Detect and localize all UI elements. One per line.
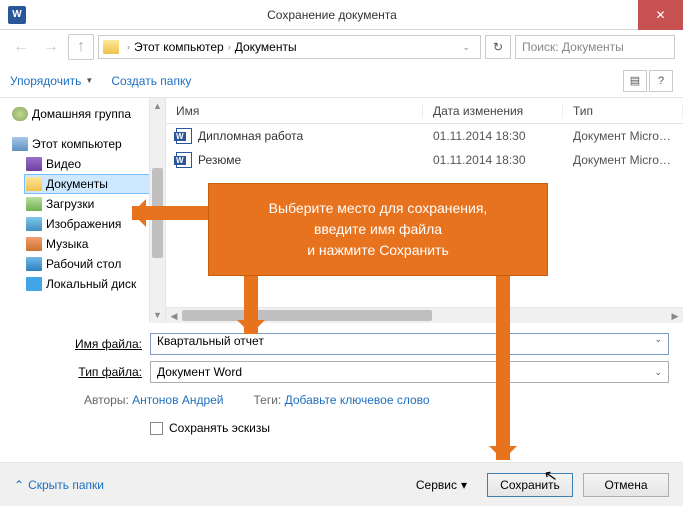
save-button[interactable]: Сохранить	[487, 473, 573, 497]
back-button[interactable]: ←	[8, 34, 34, 60]
callout-arrow-save	[496, 254, 510, 460]
forward-button[interactable]: →	[38, 34, 64, 60]
tree-music[interactable]: Музыка	[24, 234, 161, 254]
callout-line: введите имя файла	[227, 219, 529, 240]
instruction-callout: Выберите место для сохранения, введите и…	[208, 183, 548, 276]
callout-arrow-left	[132, 206, 210, 220]
titlebar: W Сохранение документа ✕	[0, 0, 683, 30]
search-input[interactable]: Поиск: Документы	[515, 35, 675, 59]
breadcrumb-sep: ›	[127, 42, 130, 52]
navbar: ← → ↑ › Этот компьютер › Документы ⌄ ↻ П…	[0, 30, 683, 64]
folder-icon	[26, 177, 42, 191]
file-type: Документ Micros...	[563, 153, 683, 167]
tree-label: Музыка	[46, 237, 88, 251]
tags-label: Теги:	[254, 393, 282, 407]
filetype-value: Документ Word	[157, 365, 242, 379]
chevron-down-icon: ⌄	[654, 367, 662, 378]
footer: ⌃ Скрыть папки Сервис ▾ Сохранить Отмена	[0, 462, 683, 506]
cancel-button[interactable]: Отмена	[583, 473, 669, 497]
scroll-up-icon[interactable]: ▲	[150, 98, 165, 114]
tree-label: Видео	[46, 157, 81, 171]
view-mode-button[interactable]: ▤	[623, 70, 647, 92]
breadcrumb-sep: ›	[228, 42, 231, 52]
organize-button[interactable]: Упорядочить ▼	[10, 74, 93, 88]
downloads-icon	[26, 197, 42, 211]
scroll-right-icon[interactable]: ▶	[667, 308, 683, 323]
folder-icon	[103, 40, 119, 54]
file-date: 01.11.2014 18:30	[423, 129, 563, 143]
organize-label: Упорядочить	[10, 74, 81, 88]
tree-localdisk[interactable]: Локальный диск	[24, 274, 161, 294]
breadcrumb-documents[interactable]: Документы	[235, 40, 297, 54]
music-icon	[26, 237, 42, 251]
filetype-label: Тип файла:	[70, 365, 150, 379]
file-name: Дипломная работа	[198, 129, 303, 143]
chevron-down-icon[interactable]: ⌄	[654, 334, 662, 345]
window-title: Сохранение документа	[26, 8, 638, 22]
tree-label: Изображения	[46, 217, 121, 231]
tree-homegroup[interactable]: Домашняя группа	[10, 104, 161, 124]
word-doc-icon	[176, 128, 192, 144]
tree-video[interactable]: Видео	[24, 154, 161, 174]
images-icon	[26, 217, 42, 231]
filename-input[interactable]: Квартальный отчет ⌄	[150, 333, 669, 355]
file-type: Документ Micros...	[563, 129, 683, 143]
tools-button[interactable]: Сервис ▾	[416, 478, 467, 492]
disk-icon	[26, 277, 42, 291]
save-form: Имя файла: Квартальный отчет ⌄ Тип файла…	[0, 323, 683, 435]
chevron-up-icon: ⌃	[14, 478, 24, 492]
hide-folders-label: Скрыть папки	[28, 478, 104, 492]
tree-label: Этот компьютер	[32, 137, 122, 151]
col-name[interactable]: Имя	[166, 104, 423, 118]
file-name: Резюме	[198, 153, 241, 167]
tree-documents[interactable]: Документы	[24, 174, 161, 194]
filename-label: Имя файла:	[70, 337, 150, 351]
col-date[interactable]: Дата изменения	[423, 104, 563, 118]
word-icon: W	[8, 6, 26, 24]
tree-label: Загрузки	[46, 197, 94, 211]
authors-value[interactable]: Антонов Андрей	[132, 393, 223, 407]
chevron-down-icon: ▾	[461, 478, 467, 492]
breadcrumb-pc[interactable]: Этот компьютер	[134, 40, 224, 54]
callout-line: Выберите место для сохранения,	[227, 198, 529, 219]
pc-icon	[12, 137, 28, 151]
thumbnails-label: Сохранять эскизы	[169, 421, 270, 435]
file-header: Имя Дата изменения Тип	[166, 98, 683, 124]
up-button[interactable]: ↑	[68, 34, 94, 60]
word-doc-icon	[176, 152, 192, 168]
scroll-down-icon[interactable]: ▼	[150, 307, 165, 323]
chevron-down-icon: ▼	[85, 76, 93, 85]
close-button[interactable]: ✕	[638, 0, 683, 30]
callout-line: и нажмите Сохранить	[227, 240, 529, 261]
file-row[interactable]: Дипломная работа 01.11.2014 18:30 Докуме…	[166, 124, 683, 148]
tags-value[interactable]: Добавьте ключевое слово	[285, 393, 430, 407]
help-button[interactable]: ?	[649, 70, 673, 92]
breadcrumb[interactable]: › Этот компьютер › Документы ⌄	[98, 35, 481, 59]
breadcrumb-dropdown[interactable]: ⌄	[456, 42, 476, 53]
authors-label: Авторы:	[84, 393, 129, 407]
refresh-button[interactable]: ↻	[485, 35, 511, 59]
tree-label: Рабочий стол	[46, 257, 121, 271]
homegroup-icon	[12, 107, 28, 121]
scroll-left-icon[interactable]: ◀	[166, 308, 182, 323]
video-icon	[26, 157, 42, 171]
tree-label: Домашняя группа	[32, 107, 131, 121]
thumbnails-checkbox[interactable]	[150, 422, 163, 435]
new-folder-button[interactable]: Создать папку	[111, 74, 191, 88]
filetype-select[interactable]: Документ Word ⌄	[150, 361, 669, 383]
file-row[interactable]: Резюме 01.11.2014 18:30 Документ Micros.…	[166, 148, 683, 172]
desktop-icon	[26, 257, 42, 271]
tree-desktop[interactable]: Рабочий стол	[24, 254, 161, 274]
col-type[interactable]: Тип	[563, 104, 683, 118]
toolbar: Упорядочить ▼ Создать папку ▤ ?	[0, 64, 683, 98]
tools-label: Сервис	[416, 478, 457, 492]
tree-label: Документы	[46, 177, 108, 191]
tree-label: Локальный диск	[46, 277, 136, 291]
file-date: 01.11.2014 18:30	[423, 153, 563, 167]
scroll-thumb[interactable]	[182, 310, 432, 321]
tree-this-pc[interactable]: Этот компьютер	[10, 134, 161, 154]
hide-folders-button[interactable]: ⌃ Скрыть папки	[14, 478, 104, 492]
